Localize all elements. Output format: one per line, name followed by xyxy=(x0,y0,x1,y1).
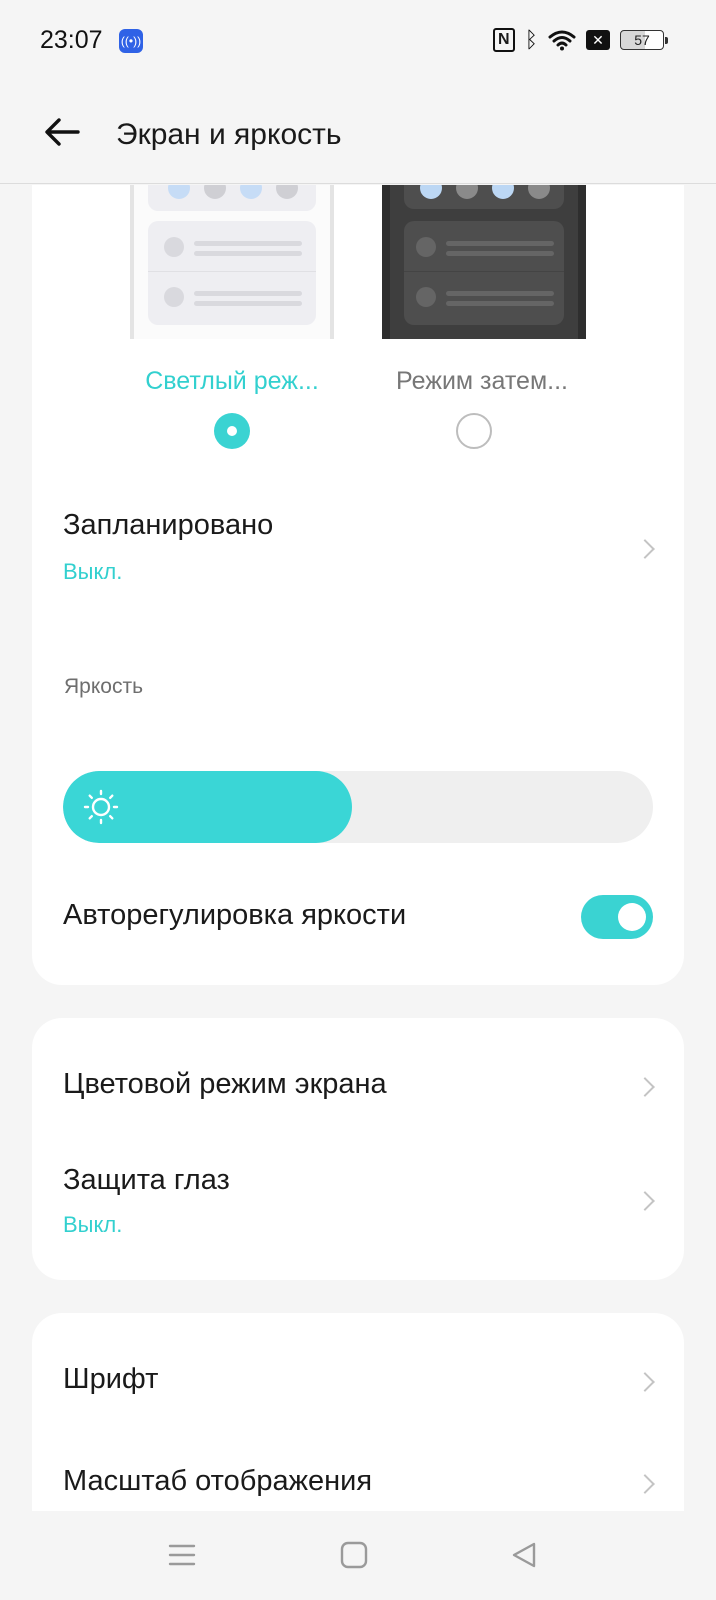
wifi-icon xyxy=(548,30,576,51)
chevron-right-icon xyxy=(635,1372,655,1392)
mock-line xyxy=(446,251,554,256)
eye-protection-label: Защита глаз xyxy=(63,1164,230,1196)
menu-icon[interactable] xyxy=(166,1539,198,1571)
theme-card-content: Светлый реж... Режим затем... Запланиров… xyxy=(32,185,684,817)
display-scale-row[interactable]: Масштаб отображения xyxy=(32,1423,684,1511)
mock-line xyxy=(194,291,302,296)
color-mode-row[interactable]: Цветовой режим экрана xyxy=(32,1018,684,1154)
back-triangle-icon[interactable] xyxy=(508,1539,540,1571)
chevron-right-icon xyxy=(635,1077,655,1097)
toggle-knob xyxy=(618,903,646,931)
chevron-right-icon xyxy=(635,1474,655,1494)
mock-dot xyxy=(164,287,184,307)
light-mode-radio[interactable] xyxy=(214,413,250,449)
mock-divider xyxy=(148,271,316,272)
settings-list[interactable]: Светлый реж... Режим затем... Запланиров… xyxy=(0,185,716,1511)
auto-brightness-label: Авторегулировка яркости xyxy=(63,899,407,931)
bluetooth-icon: ᛒ xyxy=(524,27,538,52)
scheduled-label: Запланировано xyxy=(63,509,274,541)
mock-dot xyxy=(416,287,436,307)
mock-divider xyxy=(404,271,564,272)
mock-line xyxy=(194,251,302,256)
light-mode-label[interactable]: Светлый реж... xyxy=(112,367,352,396)
battery-indicator: 57 xyxy=(620,30,668,50)
mock-line xyxy=(446,301,554,306)
mock-dot xyxy=(416,237,436,257)
mock-line xyxy=(446,291,554,296)
scheduled-row[interactable]: Запланировано Выкл. xyxy=(32,447,684,584)
color-mode-label: Цветовой режим экрана xyxy=(63,1068,387,1100)
mock-dot xyxy=(164,237,184,257)
scheduled-value: Выкл. xyxy=(63,559,123,584)
status-bar: 23:07 ((•)) N ᛒ ✕ 57 xyxy=(0,0,716,84)
page-title: Экран и яркость xyxy=(116,118,342,151)
eye-protection-value: Выкл. xyxy=(63,1212,123,1237)
home-icon[interactable] xyxy=(338,1539,370,1571)
brightness-slider[interactable] xyxy=(63,771,653,843)
dark-mode-label[interactable]: Режим затем... xyxy=(362,367,602,396)
brightness-card: Авторегулировка яркости xyxy=(32,731,684,985)
mock-line xyxy=(446,241,554,246)
chevron-right-icon xyxy=(635,1191,655,1211)
dark-mode-radio[interactable] xyxy=(456,413,492,449)
light-mode-preview[interactable] xyxy=(130,185,334,339)
theme-card: Светлый реж... Режим затем... Запланиров… xyxy=(32,185,684,817)
display-card: Цветовой режим экрана Защита глаз Выкл. xyxy=(32,1018,684,1280)
mock-line xyxy=(194,301,302,306)
dark-mode-preview[interactable] xyxy=(382,185,586,339)
chevron-right-icon xyxy=(635,539,655,559)
status-time: 23:07 xyxy=(40,26,103,54)
app-icon: ✕ xyxy=(586,30,610,50)
eye-protection-row[interactable]: Защита глаз Выкл. xyxy=(32,1154,684,1280)
text-card: Шрифт Масштаб отображения xyxy=(32,1313,684,1511)
app-bar: Экран и яркость xyxy=(0,84,716,184)
display-scale-label: Масштаб отображения xyxy=(63,1465,373,1497)
auto-brightness-toggle[interactable] xyxy=(581,895,653,939)
sun-icon xyxy=(83,789,119,825)
status-icons: N ᛒ ✕ 57 xyxy=(492,26,668,54)
font-label: Шрифт xyxy=(63,1363,159,1395)
mock-line xyxy=(194,241,302,246)
font-row[interactable]: Шрифт xyxy=(32,1313,684,1423)
navigation-bar xyxy=(0,1511,716,1600)
arrow-left-icon[interactable] xyxy=(42,112,82,152)
broadcast-icon: ((•)) xyxy=(119,29,143,53)
nfc-icon: N xyxy=(492,28,515,52)
brightness-section-title: Яркость xyxy=(64,675,144,698)
